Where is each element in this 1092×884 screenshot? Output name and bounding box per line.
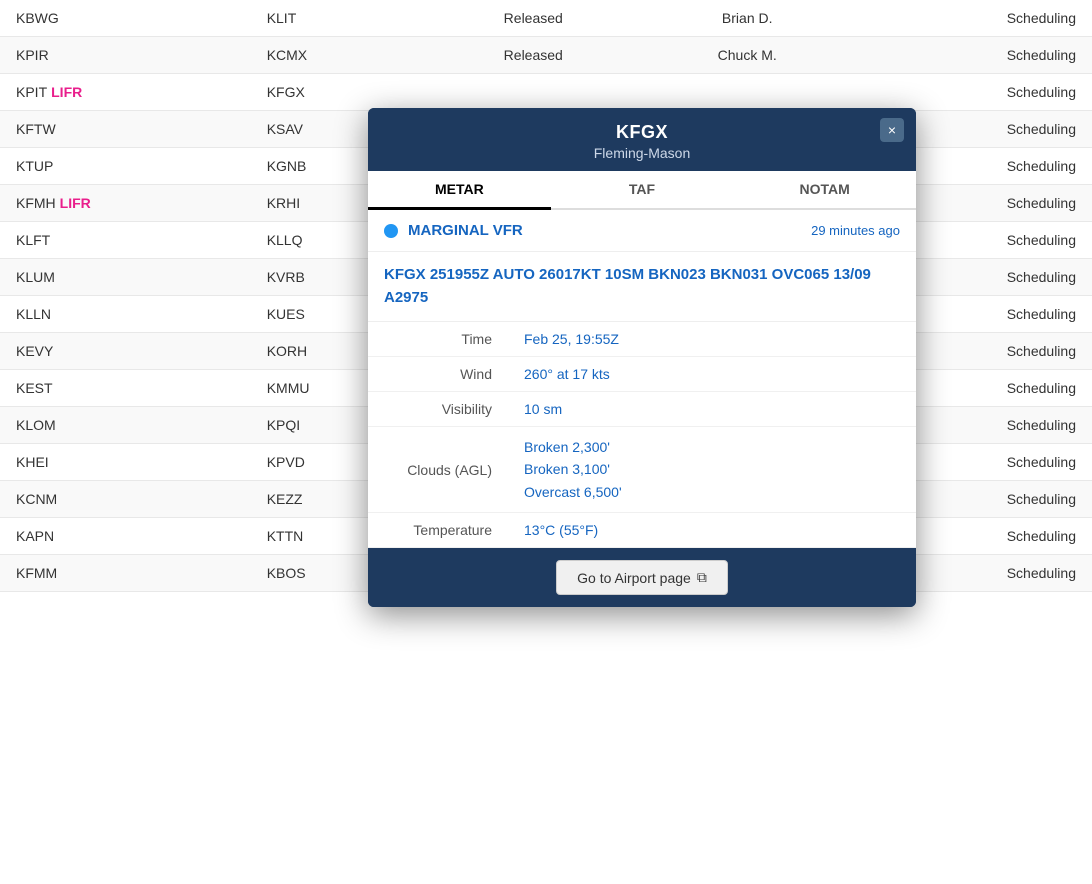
raw-metar-section: KFGX 251955Z AUTO 26017KT 10SM BKN023 BK… bbox=[368, 252, 916, 322]
table-cell-airport1: KBWG bbox=[0, 0, 251, 37]
external-link-icon: ⧉ bbox=[697, 569, 707, 586]
table-cell-airport1: KPITLIFR bbox=[0, 74, 251, 111]
metar-field-value: Broken 2,300'Broken 3,100'Overcast 6,500… bbox=[508, 427, 916, 513]
table-cell-department: Scheduling bbox=[854, 0, 1092, 37]
table-cell-airport1: KPIR bbox=[0, 37, 251, 74]
table-cell-airport1: KLOM bbox=[0, 407, 251, 444]
cloud-layer: Broken 2,300' bbox=[524, 436, 900, 458]
table-cell-airport1: KFMM bbox=[0, 555, 251, 592]
metar-field-label: Clouds (AGL) bbox=[368, 427, 508, 513]
table-cell-status: Released bbox=[426, 37, 640, 74]
table-cell-airport1: KLUM bbox=[0, 259, 251, 296]
modal-airport-name: Fleming-Mason bbox=[388, 145, 896, 161]
table-cell-airport2: KLIT bbox=[251, 0, 427, 37]
table-cell-airport1: KHEI bbox=[0, 444, 251, 481]
table-cell-department: Scheduling bbox=[854, 37, 1092, 74]
table-cell-person: Chuck M. bbox=[640, 37, 854, 74]
table-cell-airport1: KAPN bbox=[0, 518, 251, 555]
flight-category-row: MARGINAL VFR 29 minutes ago bbox=[368, 210, 916, 252]
modal-airport-code: KFGX bbox=[388, 122, 896, 143]
table-cell-person: Brian D. bbox=[640, 0, 854, 37]
modal-header: KFGX Fleming-Mason × bbox=[368, 108, 916, 171]
table-cell-airport1: KEVY bbox=[0, 333, 251, 370]
cloud-layer: Overcast 6,500' bbox=[524, 481, 900, 503]
table-cell-airport1: KLFT bbox=[0, 222, 251, 259]
airport-page-button[interactable]: Go to Airport page ⧉ bbox=[556, 560, 728, 595]
metar-modal: KFGX Fleming-Mason × METAR TAF NOTAM MAR… bbox=[368, 108, 916, 607]
table-cell-airport1: KLLN bbox=[0, 296, 251, 333]
metar-field-value: 260° at 17 kts bbox=[508, 357, 916, 392]
modal-footer: Go to Airport page ⧉ bbox=[368, 548, 916, 607]
table-cell-department: Scheduling bbox=[854, 74, 1092, 111]
tab-metar[interactable]: METAR bbox=[368, 171, 551, 210]
table-cell-airport2: KFGX bbox=[251, 74, 427, 111]
metar-field-label: Time bbox=[368, 322, 508, 357]
table-cell-airport1: KEST bbox=[0, 370, 251, 407]
metar-field-label: Wind bbox=[368, 357, 508, 392]
category-time: 29 minutes ago bbox=[811, 223, 900, 238]
table-cell-airport1: KTUP bbox=[0, 148, 251, 185]
metar-field-value: 10 sm bbox=[508, 392, 916, 427]
tab-notam[interactable]: NOTAM bbox=[733, 171, 916, 210]
cloud-layer: Broken 3,100' bbox=[524, 458, 900, 480]
category-dot bbox=[384, 224, 398, 238]
table-cell-airport1: KCNM bbox=[0, 481, 251, 518]
flight-category-label: MARGINAL VFR bbox=[408, 222, 523, 239]
modal-body: MARGINAL VFR 29 minutes ago KFGX 251955Z… bbox=[368, 210, 916, 548]
table-cell-airport1: KFTW bbox=[0, 111, 251, 148]
modal-tabs: METAR TAF NOTAM bbox=[368, 171, 916, 210]
metar-data-row: Visibility10 sm bbox=[368, 392, 916, 427]
metar-data-row: TimeFeb 25, 19:55Z bbox=[368, 322, 916, 357]
table-cell-airport2: KCMX bbox=[251, 37, 427, 74]
metar-field-value: 13°C (55°F) bbox=[508, 513, 916, 548]
metar-data-row: Temperature13°C (55°F) bbox=[368, 513, 916, 548]
metar-data-row: Wind260° at 17 kts bbox=[368, 357, 916, 392]
tab-taf[interactable]: TAF bbox=[551, 171, 734, 210]
lifr-badge: LIFR bbox=[51, 84, 82, 100]
lifr-badge: LIFR bbox=[60, 195, 91, 211]
metar-field-label: Visibility bbox=[368, 392, 508, 427]
modal-close-button[interactable]: × bbox=[880, 118, 904, 142]
metar-data-table: TimeFeb 25, 19:55ZWind260° at 17 ktsVisi… bbox=[368, 322, 916, 548]
metar-field-value: Feb 25, 19:55Z bbox=[508, 322, 916, 357]
table-cell-airport1: KFMHLIFR bbox=[0, 185, 251, 222]
metar-field-label: Temperature bbox=[368, 513, 508, 548]
category-left: MARGINAL VFR bbox=[384, 222, 523, 239]
raw-metar-text: KFGX 251955Z AUTO 26017KT 10SM BKN023 BK… bbox=[384, 264, 900, 309]
table-cell-status: Released bbox=[426, 0, 640, 37]
main-container: KBWGKLITReleasedBrian D.SchedulingKPIRKC… bbox=[0, 0, 1092, 592]
airport-page-label: Go to Airport page bbox=[577, 570, 691, 586]
metar-data-row: Clouds (AGL)Broken 2,300'Broken 3,100'Ov… bbox=[368, 427, 916, 513]
table-cell-person bbox=[640, 74, 854, 111]
table-cell-status bbox=[426, 74, 640, 111]
